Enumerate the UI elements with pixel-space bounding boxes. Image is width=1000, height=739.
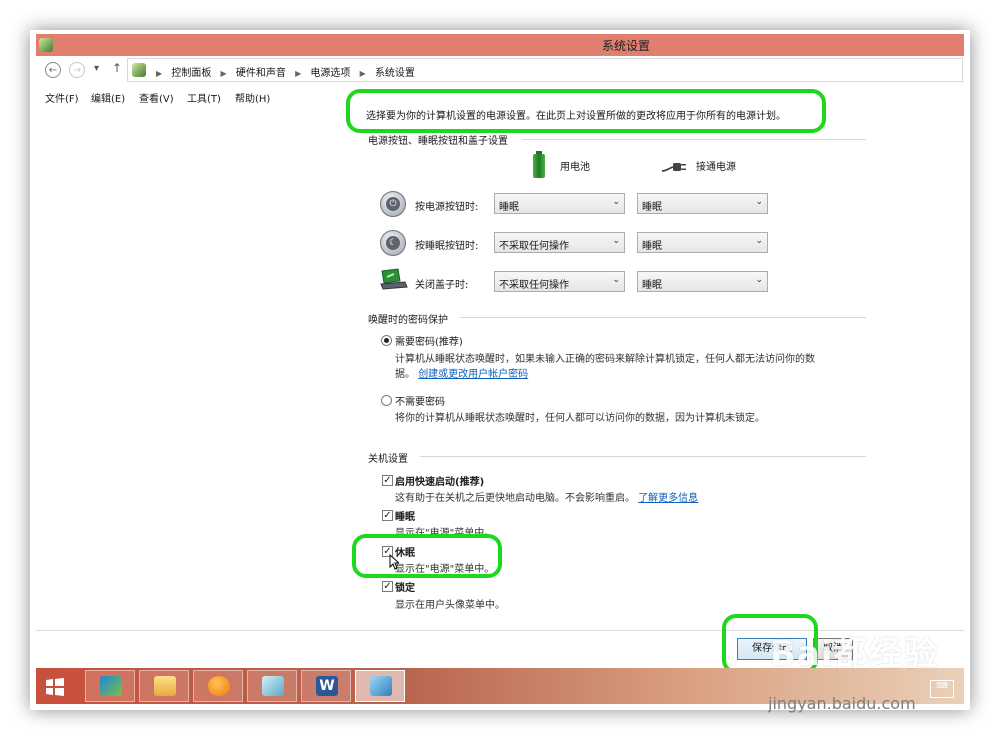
select-value: 睡眠 bbox=[642, 280, 662, 291]
power-button-label: 按电源按钮时: bbox=[415, 202, 479, 213]
power-plug-icon bbox=[661, 163, 686, 172]
sleep-checkbox[interactable]: ✓ bbox=[382, 510, 393, 521]
window-title: 系统设置 bbox=[601, 39, 650, 53]
select-value: 睡眠 bbox=[499, 202, 519, 213]
chevron-right-icon[interactable]: ▶ bbox=[221, 69, 227, 78]
up-arrow-icon[interactable]: ↑ bbox=[112, 61, 122, 75]
close-lid-plugged-select[interactable]: 睡眠 ⌄ bbox=[637, 271, 768, 292]
select-value: 不采取任何操作 bbox=[499, 280, 569, 291]
chevron-down-icon: ⌄ bbox=[612, 275, 620, 285]
taskbar-lenovo-tool[interactable] bbox=[85, 670, 135, 702]
file-explorer-icon bbox=[154, 676, 176, 696]
close-lid-label: 关闭盖子时: bbox=[415, 280, 469, 291]
description-text: 这有助于在关机之后更快地启动电脑。不会影响重启。 bbox=[395, 493, 635, 504]
highlight-info-text bbox=[346, 89, 826, 133]
close-lid-battery-select[interactable]: 不采取任何操作 ⌄ bbox=[494, 271, 625, 292]
keyboard-icon[interactable]: ⌨ bbox=[930, 680, 954, 698]
breadcrumb-item-control-panel[interactable]: 控制面板 bbox=[171, 68, 211, 79]
column-header-battery: 用电池 bbox=[560, 162, 590, 173]
menu-tools[interactable]: 工具(T) bbox=[187, 90, 221, 105]
sleep-button-label: 按睡眠按钮时: bbox=[415, 241, 479, 252]
taskbar-file-explorer[interactable] bbox=[139, 670, 189, 702]
sleep-button-battery-select[interactable]: 不采取任何操作 ⌄ bbox=[494, 232, 625, 253]
breadcrumb-path: ▶ 控制面板 ▶ 硬件和声音 ▶ 电源选项 ▶ 系统设置 bbox=[150, 64, 415, 79]
column-header-plugged-in: 接通电源 bbox=[696, 162, 736, 173]
no-password-description: 将你的计算机从睡眠状态唤醒时，任何人都可以访问你的数据，因为计算机未锁定。 bbox=[395, 413, 765, 424]
breadcrumb[interactable]: ▶ 控制面板 ▶ 硬件和声音 ▶ 电源选项 ▶ 系统设置 bbox=[127, 58, 963, 82]
menu-edit[interactable]: 编辑(E) bbox=[91, 90, 125, 105]
taskbar-word[interactable]: W bbox=[301, 670, 351, 702]
chevron-down-icon: ⌄ bbox=[755, 197, 763, 207]
shutdown-settings-group-label: 关机设置 bbox=[368, 454, 408, 465]
breadcrumb-item-power-options[interactable]: 电源选项 bbox=[310, 68, 350, 79]
menu-file[interactable]: 文件(F) bbox=[45, 90, 79, 105]
control-panel-icon bbox=[370, 676, 392, 696]
notebook-icon bbox=[262, 676, 284, 696]
taskbar-notebook[interactable] bbox=[247, 670, 297, 702]
watermark-url: jingyan.baidu.com bbox=[768, 694, 916, 713]
fast-startup-label[interactable]: 启用快速启动(推荐) bbox=[395, 473, 484, 488]
group-divider bbox=[420, 456, 866, 457]
chevron-right-icon[interactable]: ▶ bbox=[295, 69, 301, 78]
group-divider bbox=[522, 139, 866, 140]
taskbar-control-panel[interactable] bbox=[355, 670, 405, 702]
forward-button[interactable]: → bbox=[69, 62, 85, 78]
laptop-lid-icon bbox=[380, 268, 408, 290]
chevron-down-icon: ⌄ bbox=[612, 236, 620, 246]
lenovo-tool-icon bbox=[100, 676, 122, 696]
sleep-button-plugged-select[interactable]: 睡眠 ⌄ bbox=[637, 232, 768, 253]
select-value: 不采取任何操作 bbox=[499, 241, 569, 252]
group-divider bbox=[460, 317, 866, 318]
highlight-hibernate bbox=[352, 534, 502, 578]
menu-help[interactable]: 帮助(H) bbox=[235, 90, 270, 105]
require-password-description: 计算机从睡眠状态唤醒时，如果未输入正确的密码来解除计算机锁定，任何人都无法访问你… bbox=[395, 354, 815, 365]
windows-start-icon[interactable] bbox=[45, 677, 65, 697]
sleep-label[interactable]: 睡眠 bbox=[395, 508, 415, 523]
chevron-right-icon[interactable]: ▶ bbox=[156, 69, 162, 78]
lock-description: 显示在用户头像菜单中。 bbox=[395, 600, 505, 611]
require-password-label[interactable]: 需要密码(推荐) bbox=[395, 333, 463, 348]
power-buttons-group-label: 电源按钮、睡眠按钮和盖子设置 bbox=[368, 136, 508, 147]
fast-startup-checkbox[interactable]: ✓ bbox=[382, 475, 393, 486]
description-text: 据。 bbox=[395, 369, 415, 380]
chevron-down-icon: ⌄ bbox=[755, 236, 763, 246]
require-password-radio[interactable] bbox=[381, 335, 392, 346]
lock-label[interactable]: 锁定 bbox=[395, 579, 415, 594]
recent-locations-chevron-icon[interactable]: ▾ bbox=[94, 63, 99, 74]
learn-more-link[interactable]: 了解更多信息 bbox=[638, 493, 698, 504]
taskbar-orange-app[interactable] bbox=[193, 670, 243, 702]
menu-view[interactable]: 查看(V) bbox=[139, 90, 174, 105]
chevron-down-icon: ⌄ bbox=[755, 275, 763, 285]
no-password-radio[interactable] bbox=[381, 395, 392, 406]
breadcrumb-item-hardware-sound[interactable]: 硬件和声音 bbox=[236, 68, 286, 79]
address-bar: ← → ▾ ↑ ▶ 控制面板 ▶ 硬件和声音 ▶ 电源选项 ▶ 系统设置 bbox=[36, 56, 964, 84]
select-value: 睡眠 bbox=[642, 241, 662, 252]
baidu-watermark: Bai都经验 bbox=[770, 634, 939, 674]
battery-icon bbox=[533, 151, 545, 178]
sleep-button-icon: ☾ bbox=[380, 230, 406, 256]
chevron-right-icon[interactable]: ▶ bbox=[360, 69, 366, 78]
power-button-battery-select[interactable]: 睡眠 ⌄ bbox=[494, 193, 625, 214]
require-password-description-line2: 据。 创建或更改用户帐户密码 bbox=[395, 365, 528, 380]
select-value: 睡眠 bbox=[642, 202, 662, 213]
change-password-link[interactable]: 创建或更改用户帐户密码 bbox=[418, 369, 528, 380]
orange-app-icon bbox=[208, 676, 230, 696]
back-button[interactable]: ← bbox=[45, 62, 61, 78]
power-button-icon: ⏻ bbox=[380, 191, 406, 217]
control-panel-icon bbox=[132, 63, 146, 77]
no-password-label[interactable]: 不需要密码 bbox=[395, 393, 445, 408]
power-button-plugged-select[interactable]: 睡眠 ⌄ bbox=[637, 193, 768, 214]
breadcrumb-item-system-settings[interactable]: 系统设置 bbox=[375, 68, 415, 79]
title-bar[interactable]: 系统设置 bbox=[36, 34, 964, 56]
chevron-down-icon: ⌄ bbox=[612, 197, 620, 207]
fast-startup-description: 这有助于在关机之后更快地启动电脑。不会影响重启。 了解更多信息 bbox=[395, 489, 698, 504]
system-settings-window: 系统设置 ← → ▾ ↑ ▶ 控制面板 ▶ 硬件和声音 ▶ 电源选项 ▶ 系统设… bbox=[36, 34, 964, 674]
word-icon: W bbox=[316, 676, 338, 696]
wake-password-group-label: 唤醒时的密码保护 bbox=[368, 315, 448, 326]
lock-checkbox[interactable]: ✓ bbox=[382, 581, 393, 592]
